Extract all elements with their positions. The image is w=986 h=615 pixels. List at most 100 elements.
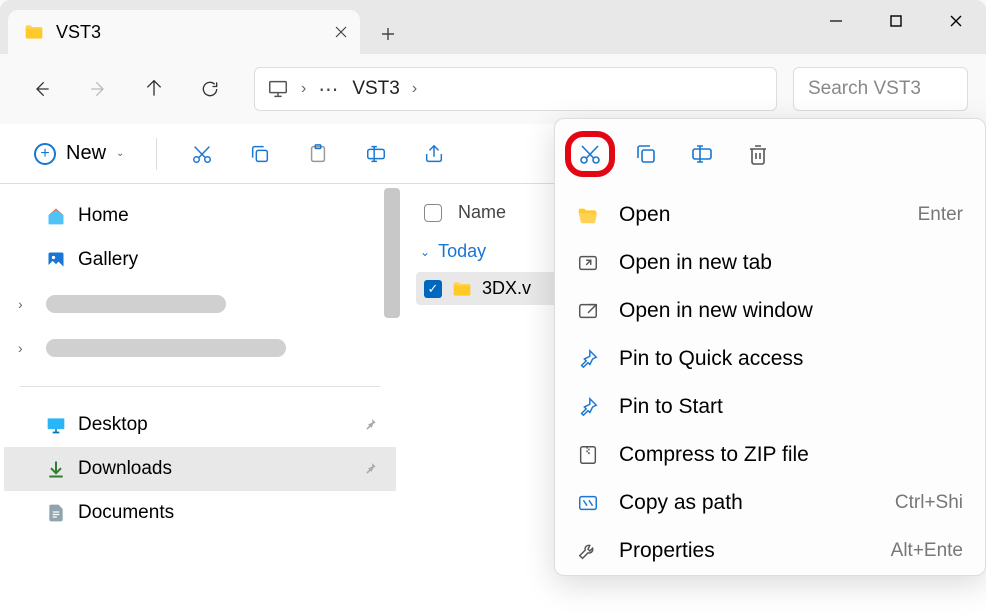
download-icon xyxy=(46,459,66,479)
maximize-icon xyxy=(888,13,904,29)
arrow-right-icon xyxy=(88,79,108,99)
close-icon[interactable] xyxy=(334,25,348,39)
ctx-shortcut: Ctrl+Shi xyxy=(895,492,963,514)
ctx-open[interactable]: Open Enter xyxy=(555,191,985,239)
folder-icon xyxy=(452,279,472,299)
trash-icon xyxy=(746,142,770,166)
navbar: › ⋯ VST3 › Search VST3 xyxy=(0,54,986,124)
pin-icon xyxy=(577,396,599,418)
pin-icon xyxy=(364,462,378,476)
cut-button[interactable] xyxy=(175,132,229,176)
sidebar: Home Gallery › › Desktop Downloads Docum… xyxy=(0,184,400,615)
rename-button[interactable] xyxy=(349,132,403,176)
refresh-icon xyxy=(200,79,220,99)
tab-vst3[interactable]: VST3 xyxy=(8,10,360,54)
ctx-label: Open xyxy=(619,203,898,227)
ctx-pin-quick[interactable]: Pin to Quick access xyxy=(555,335,985,383)
group-label: Today xyxy=(438,241,486,262)
sidebar-item-redacted-b[interactable]: › xyxy=(4,326,396,370)
forward-button[interactable] xyxy=(74,65,122,113)
ctx-label: Open in new tab xyxy=(619,251,963,275)
home-icon xyxy=(46,206,66,226)
ctx-compress[interactable]: Compress to ZIP file xyxy=(555,431,985,479)
copy-icon xyxy=(634,142,658,166)
ctx-shortcut: Alt+Ente xyxy=(891,540,963,562)
folder-open-icon xyxy=(577,204,599,226)
redacted-label xyxy=(46,295,226,313)
chevron-right-icon[interactable]: › xyxy=(18,340,23,356)
maximize-button[interactable] xyxy=(866,0,926,42)
ctx-delete-button[interactable] xyxy=(733,131,783,177)
document-icon xyxy=(46,503,66,523)
context-toolbar xyxy=(555,127,985,191)
select-all-checkbox[interactable] xyxy=(424,204,442,222)
address-bar[interactable]: › ⋯ VST3 › xyxy=(254,67,777,111)
window-controls xyxy=(806,0,986,42)
copy-path-icon xyxy=(577,492,599,514)
zip-icon xyxy=(577,444,599,466)
chevron-right-icon: › xyxy=(301,80,306,98)
refresh-button[interactable] xyxy=(186,65,234,113)
sidebar-item-downloads[interactable]: Downloads xyxy=(4,447,396,491)
back-button[interactable] xyxy=(18,65,66,113)
plus-icon xyxy=(380,26,396,42)
column-name[interactable]: Name xyxy=(458,202,506,223)
redacted-label xyxy=(46,339,286,357)
cut-icon xyxy=(191,143,213,165)
new-label: New xyxy=(66,142,106,165)
open-window-icon xyxy=(577,300,599,322)
close-button[interactable] xyxy=(926,0,986,42)
checkbox-checked[interactable]: ✓ xyxy=(424,280,442,298)
monitor-icon xyxy=(267,78,289,100)
ctx-label: Open in new window xyxy=(619,299,963,323)
search-input[interactable]: Search VST3 xyxy=(793,67,968,111)
up-button[interactable] xyxy=(130,65,178,113)
ctx-rename-button[interactable] xyxy=(677,131,727,177)
divider xyxy=(20,386,380,387)
sidebar-item-home[interactable]: Home xyxy=(4,194,396,238)
context-menu: Open Enter Open in new tab Open in new w… xyxy=(554,118,986,576)
ctx-open-tab[interactable]: Open in new tab xyxy=(555,239,985,287)
ctx-pin-start[interactable]: Pin to Start xyxy=(555,383,985,431)
minimize-button[interactable] xyxy=(806,0,866,42)
ctx-label: Pin to Quick access xyxy=(619,347,963,371)
ctx-open-window[interactable]: Open in new window xyxy=(555,287,985,335)
sidebar-item-label: Desktop xyxy=(78,414,148,436)
search-placeholder: Search VST3 xyxy=(808,78,921,100)
cut-icon xyxy=(578,142,602,166)
file-name: 3DX.v xyxy=(482,278,531,299)
minimize-icon xyxy=(828,13,844,29)
arrow-up-icon xyxy=(144,79,164,99)
share-button[interactable] xyxy=(407,132,461,176)
arrow-left-icon xyxy=(32,79,52,99)
new-tab-button[interactable] xyxy=(368,14,408,54)
new-button[interactable]: + New ⌄ xyxy=(20,134,138,173)
tab-title: VST3 xyxy=(56,22,322,43)
ctx-cut-button[interactable] xyxy=(565,131,615,177)
copy-button[interactable] xyxy=(233,132,287,176)
ctx-label: Pin to Start xyxy=(619,395,963,419)
ctx-label: Compress to ZIP file xyxy=(619,443,963,467)
rename-icon xyxy=(365,143,387,165)
rename-icon xyxy=(690,142,714,166)
ctx-properties[interactable]: Properties Alt+Ente xyxy=(555,527,985,575)
paste-icon xyxy=(307,143,329,165)
ctx-shortcut: Enter xyxy=(918,204,963,226)
chevron-down-icon: ⌄ xyxy=(420,245,430,259)
more-icon[interactable]: ⋯ xyxy=(318,77,340,102)
share-icon xyxy=(423,143,445,165)
paste-button[interactable] xyxy=(291,132,345,176)
chevron-right-icon[interactable]: › xyxy=(412,80,417,98)
sidebar-item-desktop[interactable]: Desktop xyxy=(4,403,396,447)
ctx-label: Copy as path xyxy=(619,491,875,515)
desktop-icon xyxy=(46,415,66,435)
ctx-copy-button[interactable] xyxy=(621,131,671,177)
sidebar-item-documents[interactable]: Documents xyxy=(4,491,396,535)
ctx-copy-path[interactable]: Copy as path Ctrl+Shi xyxy=(555,479,985,527)
chevron-right-icon[interactable]: › xyxy=(18,296,23,312)
sidebar-item-redacted-a[interactable]: › xyxy=(4,282,396,326)
gallery-icon xyxy=(46,250,66,270)
sidebar-item-gallery[interactable]: Gallery xyxy=(4,238,396,282)
copy-icon xyxy=(249,143,271,165)
breadcrumb-current[interactable]: VST3 xyxy=(352,78,400,100)
